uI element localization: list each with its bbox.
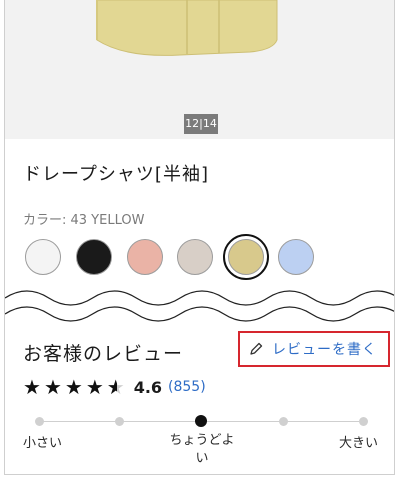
pager-total: 14	[202, 117, 217, 130]
fit-label-large: 大きい	[339, 436, 379, 451]
star-icon: ★	[64, 375, 83, 399]
fit-scale-dot	[35, 417, 44, 426]
product-image-gallery[interactable]: 12|14	[5, 0, 394, 139]
color-label: カラー: 43 YELLOW	[23, 213, 145, 228]
color-swatch-pink[interactable]	[127, 239, 163, 275]
half-star-icon: ★	[106, 375, 125, 399]
selected-swatch-fill	[228, 239, 264, 275]
image-pager: 12|14	[184, 114, 218, 134]
fit-scale-dot-selected	[195, 415, 207, 427]
section-break-waves	[5, 290, 394, 330]
review-count-link[interactable]: (855)	[168, 379, 206, 395]
fit-scale-dot	[115, 417, 124, 426]
star-icon: ★	[85, 375, 104, 399]
fit-scale-dot	[359, 417, 368, 426]
color-swatch-blue[interactable]	[278, 239, 314, 275]
color-swatch-yellow-selected[interactable]	[223, 234, 269, 280]
star-icon: ★	[43, 375, 62, 399]
color-swatch-white[interactable]	[25, 239, 61, 275]
reviews-heading: お客様のレビュー	[23, 343, 184, 365]
write-review-label: レビューを書く	[272, 342, 377, 358]
color-swatch-black[interactable]	[76, 239, 112, 275]
rating-summary: ★ ★ ★ ★ ★ 4.6 (855)	[23, 377, 206, 397]
rating-value: 4.6	[133, 377, 163, 397]
star-icon: ★	[23, 375, 41, 399]
product-detail-page: 12|14 ドレープシャツ[半袖] カラー: 43 YELLOW お客様のレビュ…	[4, 0, 395, 475]
write-review-button[interactable]: レビューを書く	[238, 331, 390, 367]
fit-label-just-right: ちょうどよい	[169, 433, 235, 466]
pencil-icon	[250, 342, 263, 355]
product-title: ドレープシャツ[半袖]	[23, 164, 209, 185]
pager-current: 12	[185, 117, 200, 130]
fit-scale-dot	[279, 417, 288, 426]
fit-label-small: 小さい	[23, 436, 63, 451]
color-swatch-beige[interactable]	[177, 239, 213, 275]
